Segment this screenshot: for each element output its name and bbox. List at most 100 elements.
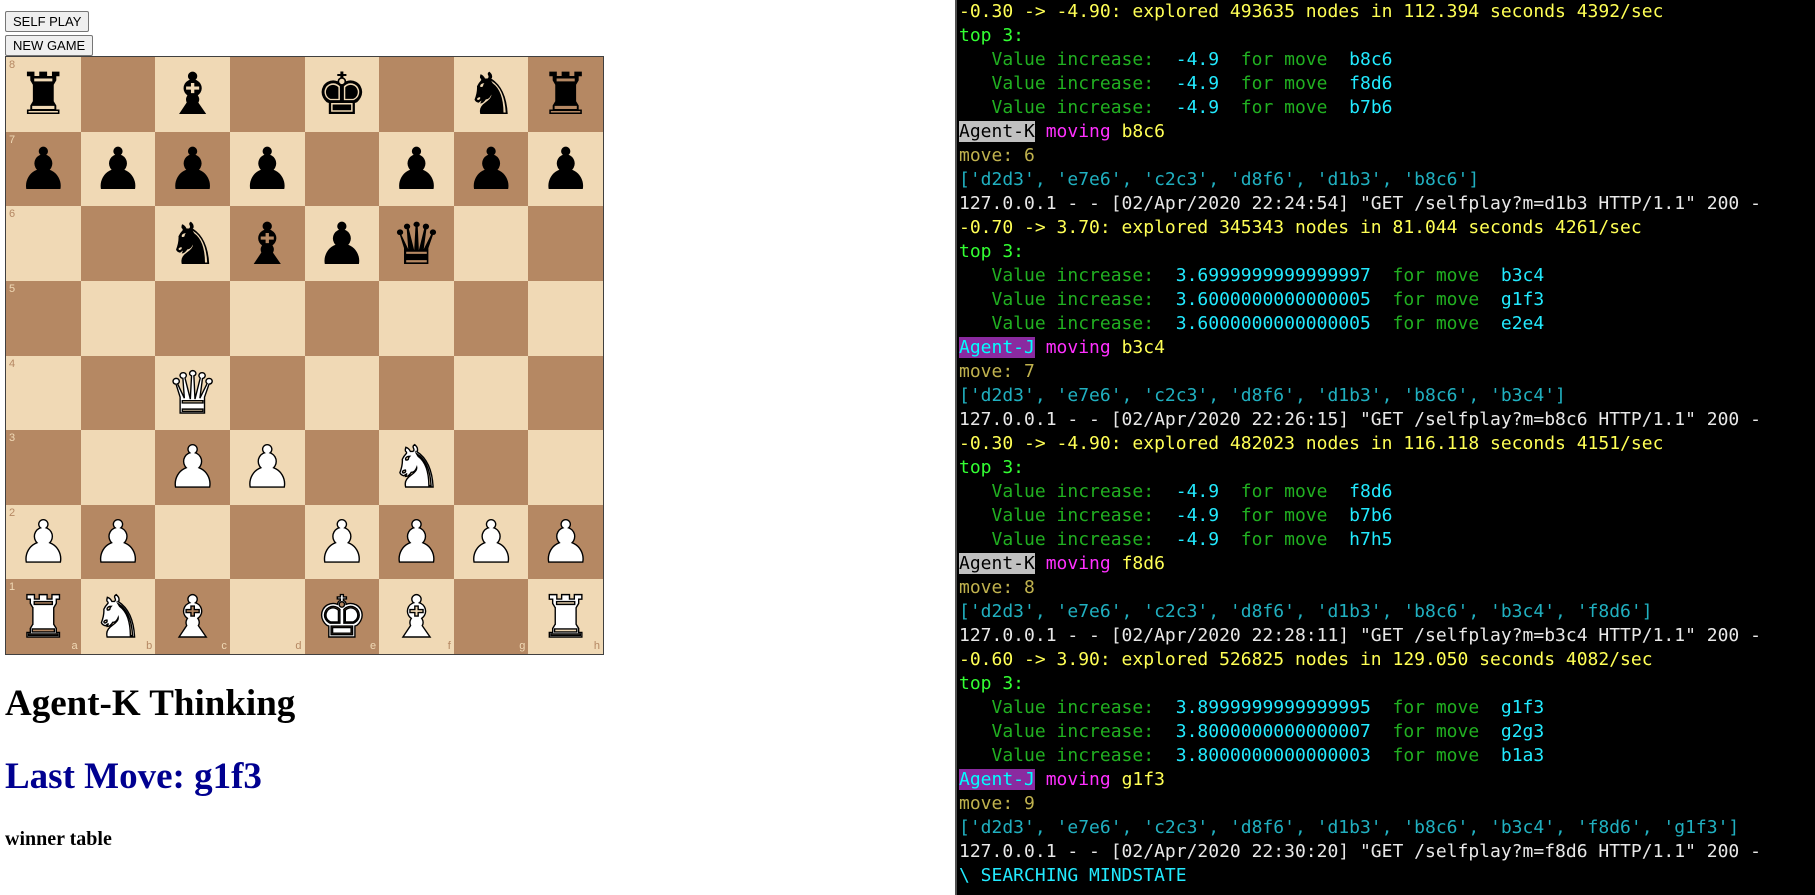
- square-g8[interactable]: ♞: [453, 57, 529, 132]
- white-pawn-icon[interactable]: ♟: [390, 512, 443, 571]
- square-e7[interactable]: [304, 131, 380, 207]
- square-b4[interactable]: [80, 355, 156, 431]
- square-a6[interactable]: 6: [6, 206, 81, 281]
- square-g5[interactable]: [453, 280, 529, 356]
- square-b5[interactable]: [80, 280, 156, 356]
- black-rook-icon[interactable]: ♜: [540, 65, 592, 123]
- square-c2[interactable]: [155, 504, 230, 580]
- square-b3[interactable]: [80, 430, 156, 505]
- chess-board[interactable]: 8 ♜ ♝ ♚ ♞ ♜ 7 ♟ ♟ ♟ ♟ ♟ ♟ ♟ 6 ♞ ♝ ♟ ♛ 5 4 ♛ 3 ♟ ♟ ♞ 2 ♟ ♟ ♟ ♟ ♟ ♟ 1 a ♜ b ♞ c ♝…: [5, 56, 604, 655]
- white-pawn-icon[interactable]: ♟: [315, 512, 368, 571]
- white-rook-icon[interactable]: ♜: [539, 587, 592, 646]
- square-e3[interactable]: [304, 430, 380, 505]
- black-pawn-icon[interactable]: ♟: [316, 215, 368, 273]
- white-knight-icon[interactable]: ♞: [91, 587, 144, 646]
- white-pawn-icon[interactable]: ♟: [240, 438, 293, 497]
- square-f8[interactable]: [379, 57, 454, 132]
- square-h3[interactable]: [528, 430, 603, 505]
- square-g7[interactable]: ♟: [453, 131, 529, 207]
- square-d2[interactable]: [229, 504, 305, 580]
- square-g1[interactable]: g: [453, 579, 529, 654]
- square-e4[interactable]: [304, 355, 380, 431]
- black-pawn-icon[interactable]: ♟: [241, 140, 293, 198]
- black-bishop-icon[interactable]: ♝: [241, 215, 293, 273]
- black-pawn-icon[interactable]: ♟: [17, 140, 69, 198]
- square-a1[interactable]: 1 a ♜: [6, 579, 81, 654]
- black-knight-icon[interactable]: ♞: [465, 65, 517, 123]
- square-a3[interactable]: 3: [6, 430, 81, 505]
- black-rook-icon[interactable]: ♜: [17, 65, 69, 123]
- square-f3[interactable]: ♞: [379, 430, 454, 505]
- square-a5[interactable]: 5: [6, 280, 81, 356]
- white-pawn-icon[interactable]: ♟: [166, 438, 219, 497]
- square-e8[interactable]: ♚: [304, 57, 380, 132]
- square-a7[interactable]: 7 ♟: [6, 131, 81, 207]
- square-c4[interactable]: ♛: [155, 355, 230, 431]
- square-h4[interactable]: [528, 355, 603, 431]
- white-king-icon[interactable]: ♚: [315, 587, 368, 646]
- white-bishop-icon[interactable]: ♝: [390, 587, 443, 646]
- square-c5[interactable]: [155, 280, 230, 356]
- square-e1[interactable]: e ♚: [304, 579, 380, 654]
- square-g2[interactable]: ♟: [453, 504, 529, 580]
- square-h1[interactable]: h ♜: [528, 579, 603, 654]
- square-b8[interactable]: [80, 57, 156, 132]
- new-game-button[interactable]: NEW GAME: [5, 35, 94, 56]
- square-e6[interactable]: ♟: [304, 206, 380, 281]
- square-e2[interactable]: ♟: [304, 504, 380, 580]
- white-pawn-icon[interactable]: ♟: [91, 512, 144, 571]
- square-b2[interactable]: ♟: [80, 504, 156, 580]
- square-b6[interactable]: [80, 206, 156, 281]
- black-queen-icon[interactable]: ♛: [390, 215, 442, 273]
- square-d6[interactable]: ♝: [229, 206, 305, 281]
- square-c6[interactable]: ♞: [155, 206, 230, 281]
- black-pawn-icon[interactable]: ♟: [540, 140, 592, 198]
- white-bishop-icon[interactable]: ♝: [166, 587, 219, 646]
- square-g4[interactable]: [453, 355, 529, 431]
- square-g3[interactable]: [453, 430, 529, 505]
- square-h6[interactable]: [528, 206, 603, 281]
- square-h7[interactable]: ♟: [528, 131, 603, 207]
- square-e5[interactable]: [304, 280, 380, 356]
- square-h2[interactable]: ♟: [528, 504, 603, 580]
- square-d4[interactable]: [229, 355, 305, 431]
- black-pawn-icon[interactable]: ♟: [167, 140, 219, 198]
- square-c8[interactable]: ♝: [155, 57, 230, 132]
- square-f6[interactable]: ♛: [379, 206, 454, 281]
- white-rook-icon[interactable]: ♜: [17, 587, 70, 646]
- self-play-button[interactable]: SELF PLAY: [5, 11, 90, 32]
- square-f2[interactable]: ♟: [379, 504, 454, 580]
- white-pawn-icon[interactable]: ♟: [17, 512, 70, 571]
- square-h5[interactable]: [528, 280, 603, 356]
- square-a2[interactable]: 2 ♟: [6, 504, 81, 580]
- black-pawn-icon[interactable]: ♟: [92, 140, 144, 198]
- square-c1[interactable]: c ♝: [155, 579, 230, 654]
- square-b7[interactable]: ♟: [80, 131, 156, 207]
- square-f5[interactable]: [379, 280, 454, 356]
- white-pawn-icon[interactable]: ♟: [464, 512, 517, 571]
- square-d5[interactable]: [229, 280, 305, 356]
- white-pawn-icon[interactable]: ♟: [539, 512, 592, 571]
- white-queen-icon[interactable]: ♛: [166, 363, 219, 422]
- black-pawn-icon[interactable]: ♟: [390, 140, 442, 198]
- square-f1[interactable]: f ♝: [379, 579, 454, 654]
- square-d8[interactable]: [229, 57, 305, 132]
- square-d1[interactable]: d: [229, 579, 305, 654]
- black-bishop-icon[interactable]: ♝: [167, 65, 219, 123]
- black-king-icon[interactable]: ♚: [316, 65, 368, 123]
- terminal-console[interactable]: -0.30 -> -4.90: explored 493635 nodes in…: [955, 0, 1815, 895]
- square-f7[interactable]: ♟: [379, 131, 454, 207]
- black-pawn-icon[interactable]: ♟: [465, 140, 517, 198]
- square-h8[interactable]: ♜: [528, 57, 603, 132]
- square-c3[interactable]: ♟: [155, 430, 230, 505]
- square-g6[interactable]: [453, 206, 529, 281]
- square-c7[interactable]: ♟: [155, 131, 230, 207]
- square-a4[interactable]: 4: [6, 355, 81, 431]
- square-f4[interactable]: [379, 355, 454, 431]
- square-a8[interactable]: 8 ♜: [6, 57, 81, 132]
- square-d7[interactable]: ♟: [229, 131, 305, 207]
- square-b1[interactable]: b ♞: [80, 579, 156, 654]
- white-knight-icon[interactable]: ♞: [390, 438, 443, 497]
- black-knight-icon[interactable]: ♞: [167, 215, 219, 273]
- square-d3[interactable]: ♟: [229, 430, 305, 505]
